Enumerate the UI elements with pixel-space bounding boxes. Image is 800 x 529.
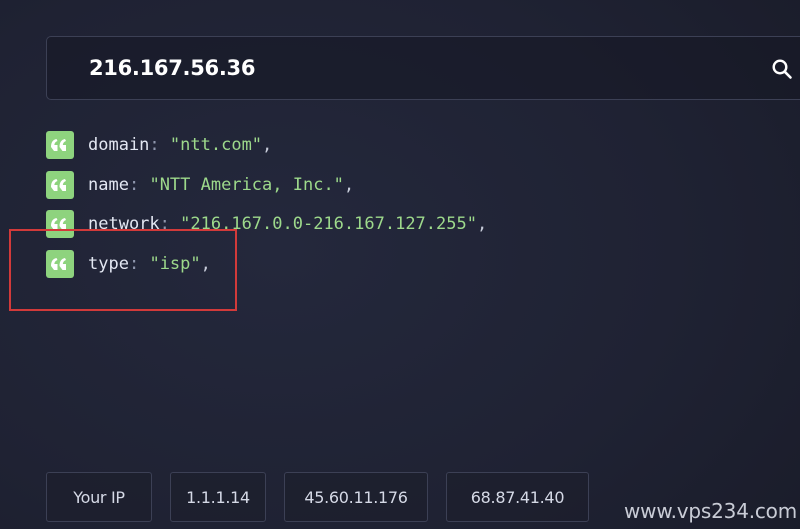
watermark-text: www.vps234.com (624, 499, 797, 523)
ip-shortcut-button[interactable]: 1.1.1.14 (170, 472, 266, 522)
result-key: domain (88, 135, 150, 155)
result-text: domain: "ntt.com", (88, 135, 273, 155)
highlight-annotation-box (9, 229, 237, 311)
result-line-name: name: "NTT America, Inc.", (46, 170, 487, 211)
result-key: name (88, 174, 129, 195)
result-value: "ntt.com" (169, 135, 263, 155)
ip-search-input[interactable] (89, 37, 689, 99)
quote-icon (46, 131, 74, 159)
search-icon[interactable] (771, 58, 793, 80)
ip-shortcut-button[interactable]: 68.87.41.40 (446, 472, 589, 522)
quote-icon (46, 170, 74, 199)
ip-shortcut-button[interactable]: 45.60.11.176 (284, 472, 428, 522)
your-ip-button[interactable]: Your IP (46, 472, 152, 522)
search-bar (46, 36, 800, 100)
result-value: "NTT America, Inc." (149, 174, 344, 195)
result-line-domain: domain: "ntt.com", (46, 131, 487, 171)
result-text: name: "NTT America, Inc.", (88, 174, 355, 195)
